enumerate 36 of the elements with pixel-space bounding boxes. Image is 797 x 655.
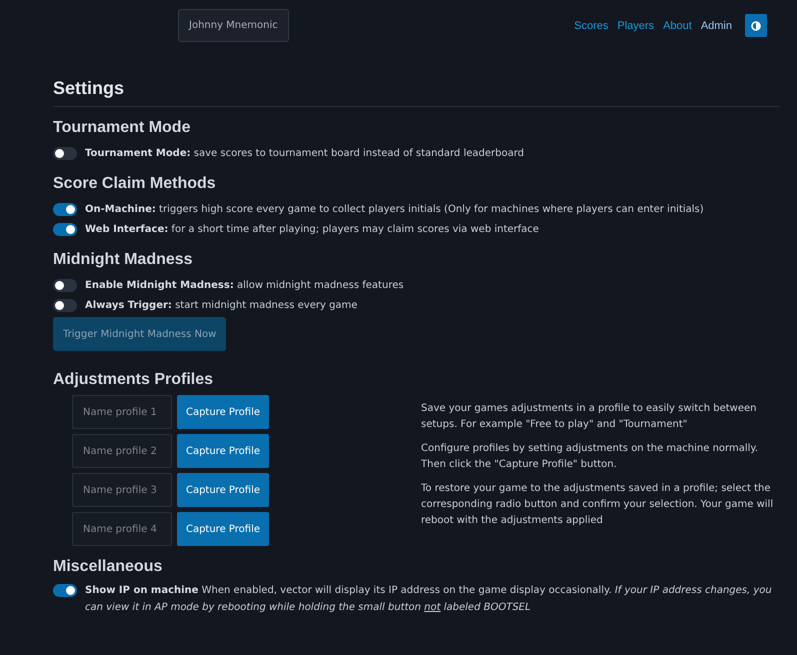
help-text: Configure profiles by setting adjustments on the machine normally. Then click the "Capture Profile" button. bbox=[421, 442, 760, 472]
nav-link[interactable]: Admin bbox=[700, 20, 732, 32]
contrast-icon bbox=[751, 20, 761, 30]
toggle-label: Tournament Mode: save scores to tournament board instead of standard leaderboard bbox=[85, 148, 524, 158]
toggle-switch[interactable] bbox=[53, 278, 77, 292]
player-name-field[interactable]: Johnny Mnemonic bbox=[178, 9, 289, 42]
toggle-switch[interactable] bbox=[53, 584, 77, 597]
capture-profile-button[interactable]: Capture Profile bbox=[177, 512, 269, 546]
toggle-switch[interactable] bbox=[53, 146, 77, 160]
toggle-label: Web Interface: for a short time after playing; players may claim scores via web interface bbox=[85, 224, 539, 234]
theme-toggle-button[interactable] bbox=[745, 14, 767, 37]
nav-link[interactable]: Scores bbox=[574, 20, 608, 32]
toggle-label: Enable Midnight Madness: allow midnight madness features bbox=[85, 280, 404, 290]
section-heading: Tournament Mode bbox=[53, 119, 192, 137]
section-heading: Adjustments Profiles bbox=[53, 371, 214, 389]
profile-name-field[interactable]: Name profile 1 bbox=[72, 395, 172, 429]
capture-profile-button[interactable]: Capture Profile bbox=[177, 473, 269, 507]
toggle-label: On-Machine: triggers high score every game to collect players initials (Only for machines where players can enter initials) bbox=[85, 204, 704, 214]
help-text: Save your games adjustments in a profile to easily switch between setups. For example "Free to play" and "Tournament" bbox=[421, 402, 758, 432]
nav-link[interactable]: Players bbox=[617, 20, 654, 32]
toggle-switch[interactable] bbox=[53, 222, 77, 236]
profile-name-field[interactable]: Name profile 2 bbox=[72, 434, 172, 468]
page-title: Settings bbox=[53, 78, 126, 100]
profile-name-field[interactable]: Name profile 4 bbox=[72, 512, 172, 546]
toggle-switch[interactable] bbox=[53, 298, 77, 312]
section-heading: Score Claim Methods bbox=[53, 175, 217, 193]
toggle-switch[interactable] bbox=[53, 202, 77, 216]
toggle-label: Always Trigger: start midnight madness every game bbox=[85, 300, 358, 310]
section-heading: Miscellaneous bbox=[53, 558, 164, 576]
help-text: To restore your game to the adjustments saved in a profile; select the corresponding radio button and confirm your selection. Your game will reboot with the adjustments applied bbox=[421, 482, 774, 528]
section-heading: Midnight Madness bbox=[53, 251, 194, 269]
capture-profile-button[interactable]: Capture Profile bbox=[177, 395, 269, 429]
toggle-label: Show IP on machine When enabled, vector will display its IP address on the game display occasionally. If your IP address changes, you can view it in AP mode by rebooting while holding the small button not labeled BOOTSEL bbox=[85, 584, 773, 615]
capture-profile-button[interactable]: Capture Profile bbox=[177, 434, 269, 468]
nav-link[interactable]: About bbox=[663, 20, 692, 32]
profile-name-field[interactable]: Name profile 3 bbox=[72, 473, 172, 507]
